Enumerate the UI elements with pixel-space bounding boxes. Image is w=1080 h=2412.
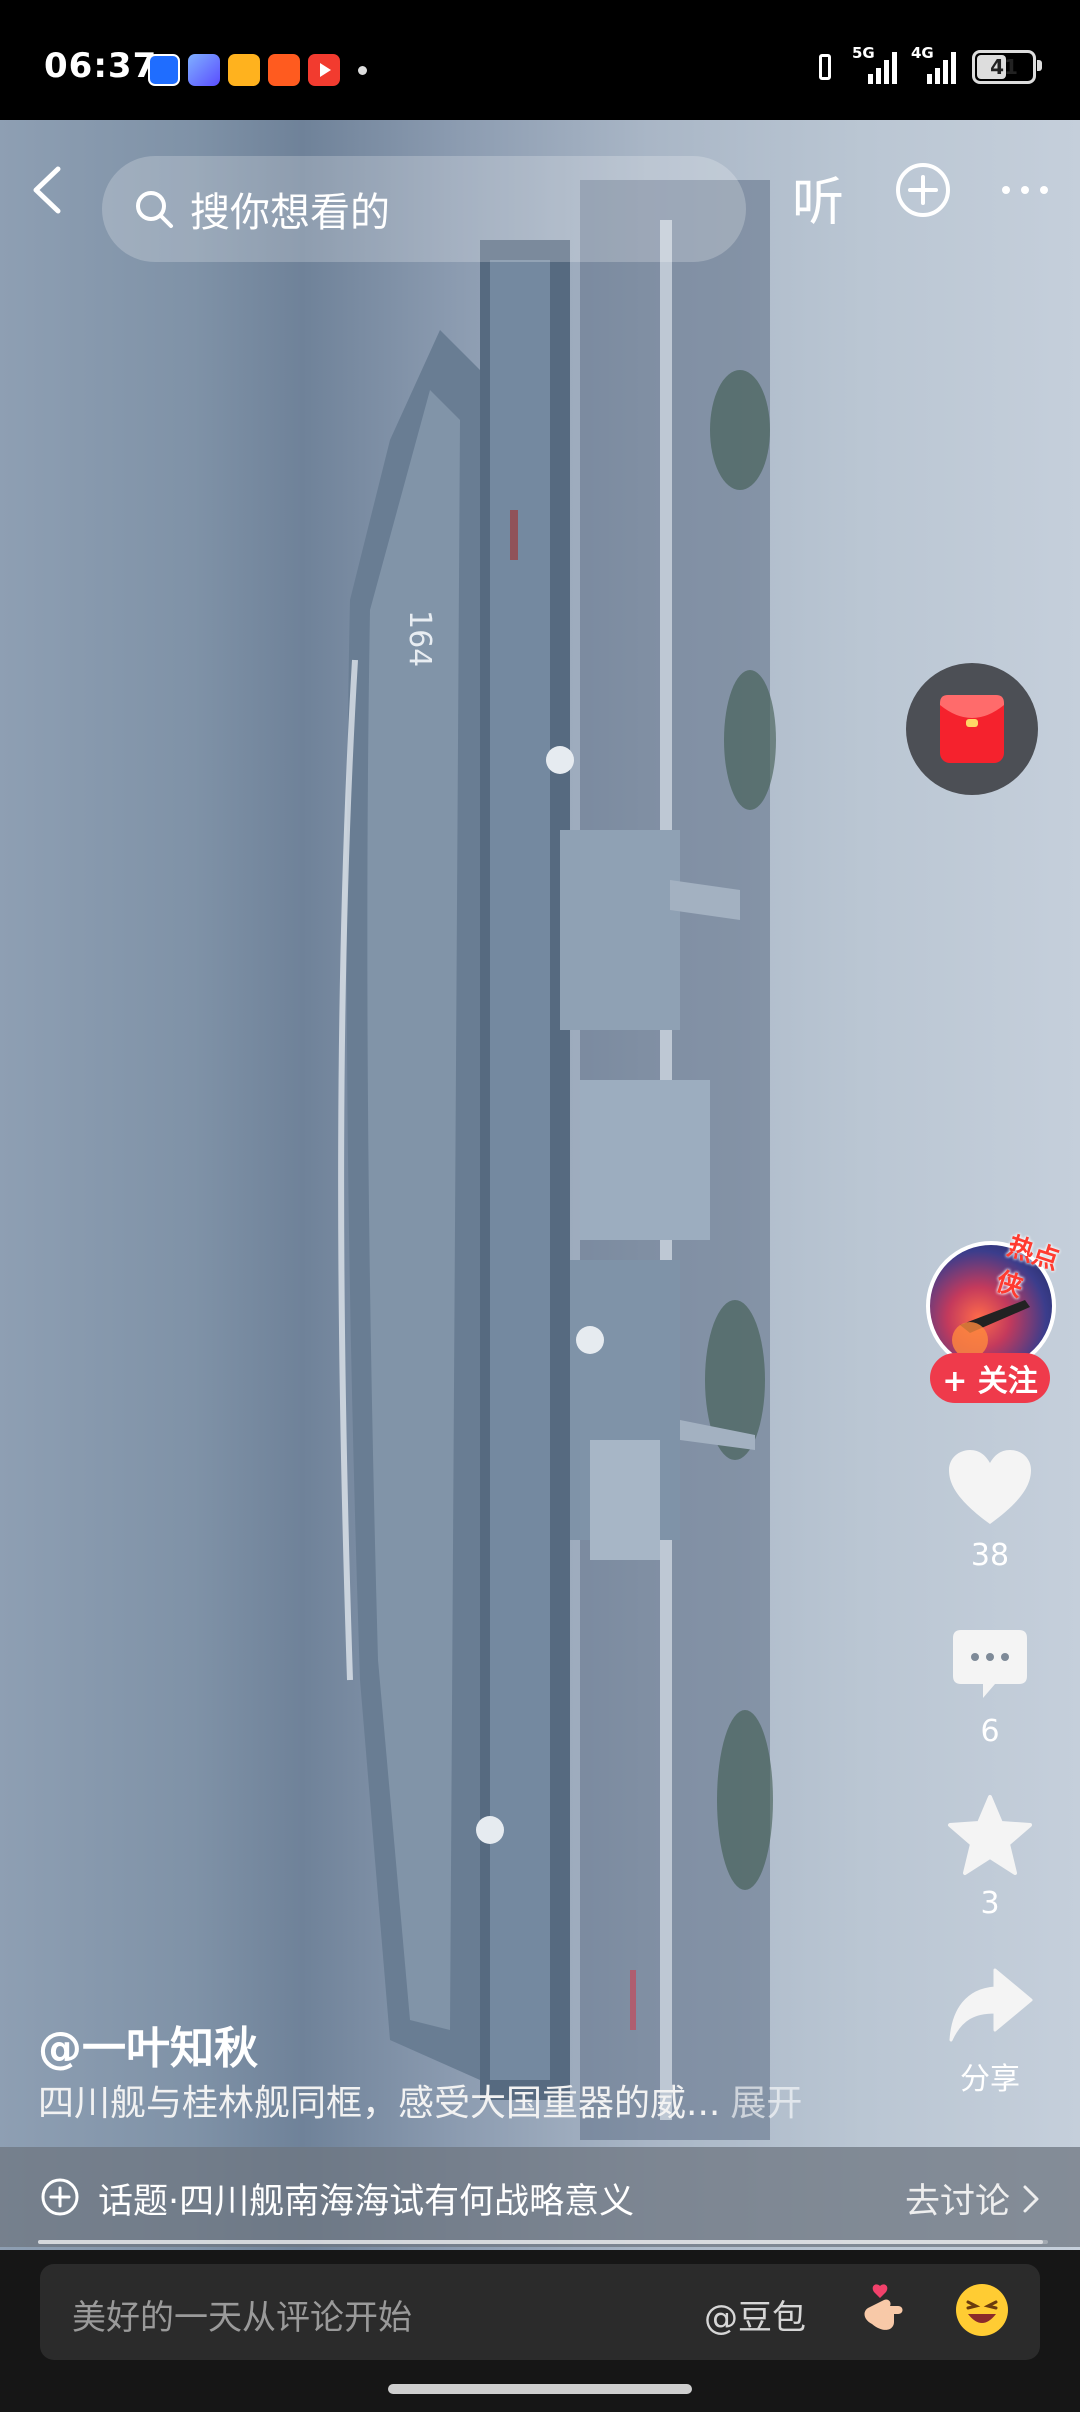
more-notifications-icon	[358, 65, 367, 75]
topic-plus-icon	[41, 2178, 79, 2216]
finger-heart-emoji-icon[interactable]	[854, 2278, 918, 2342]
signal-4g-icon: 4G	[911, 44, 956, 84]
status-bar: 06:37 5G 4G 41	[0, 0, 1080, 120]
comment-count: 6	[980, 1714, 1000, 1749]
clock: 06:37	[44, 46, 158, 86]
caption-text: 四川舰与桂林舰同框，感受大国重器的威...	[38, 2083, 721, 2124]
home-indicator[interactable]	[388, 2384, 692, 2394]
comment-placeholder: 美好的一天从评论开始	[72, 2298, 412, 2338]
chevron-right-icon	[1023, 2185, 1039, 2212]
add-circle-icon[interactable]	[893, 160, 953, 220]
favorite-button[interactable]: 3	[920, 1794, 1060, 1921]
discuss-label: 去讨论	[904, 2182, 1010, 2222]
comment-button[interactable]: 6	[920, 1626, 1060, 1749]
ai-app-icon	[188, 54, 220, 86]
star-icon	[948, 1795, 1032, 1875]
video-player[interactable]: 164	[0, 120, 1080, 2250]
signal-4g-label: 4G	[911, 44, 934, 62]
warship-image: 164	[338, 180, 776, 2140]
red-envelope-icon	[940, 695, 1004, 763]
comment-input[interactable]: 美好的一天从评论开始 @豆包	[40, 2264, 1040, 2360]
like-button[interactable]: 38	[920, 1448, 1060, 1573]
more-options-icon[interactable]	[1000, 160, 1050, 220]
signal-5g-label: 5G	[852, 44, 875, 62]
system-icons: 5G 4G 41	[812, 44, 1042, 84]
video-progress-bar[interactable]	[38, 2240, 1048, 2244]
topic-title: 话题·四川舰南海海试有何战略意义	[98, 2182, 635, 2222]
quark-icon	[148, 54, 180, 86]
author-avatar-group: 热点侠 + 关注	[920, 1232, 1062, 1405]
search-icon	[136, 191, 173, 228]
video-app-icon	[228, 54, 260, 86]
share-label: 分享	[960, 2062, 1020, 2097]
expand-link[interactable]: 展开	[730, 2083, 802, 2124]
search-bar[interactable]: 搜你想看的	[102, 156, 746, 262]
vibrate-icon	[812, 52, 838, 82]
follow-button[interactable]: + 关注	[930, 1353, 1050, 1403]
share-arrow-icon	[949, 1968, 1033, 2042]
back-button[interactable]	[22, 160, 72, 220]
author-handle[interactable]: @一叶知秋	[38, 2012, 258, 2076]
mention-doubao-button[interactable]: @豆包	[704, 2290, 806, 2339]
signal-5g-icon: 5G	[852, 44, 897, 84]
play-icon	[308, 54, 340, 86]
top-bar: 搜你想看的 听	[0, 120, 1080, 262]
listen-button[interactable]: 听	[792, 160, 844, 235]
battery-icon: 41	[972, 50, 1042, 84]
topic-bar[interactable]: 话题·四川舰南海海试有何战略意义 去讨论	[0, 2147, 1080, 2247]
share-button[interactable]: 分享	[920, 1966, 1060, 2098]
favorite-count: 3	[980, 1886, 1000, 1921]
heart-icon	[949, 1450, 1031, 1524]
like-count: 38	[970, 1538, 1010, 1573]
search-placeholder: 搜你想看的	[190, 190, 390, 236]
video-progress-fill	[38, 2240, 1043, 2244]
battery-level: 41	[990, 55, 1018, 79]
laughing-emoji-icon[interactable]	[950, 2278, 1014, 2342]
chevron-left-icon	[33, 166, 61, 214]
taobao-icon	[268, 54, 300, 86]
comment-icon	[953, 1630, 1027, 1698]
notification-icons	[148, 54, 367, 86]
discuss-link[interactable]: 去讨论	[905, 2173, 1040, 2224]
video-caption[interactable]: 四川舰与桂林舰同框，感受大国重器的威... 展开	[38, 2074, 802, 2126]
red-packet-button[interactable]	[906, 663, 1038, 795]
hull-number: 164	[402, 610, 437, 667]
